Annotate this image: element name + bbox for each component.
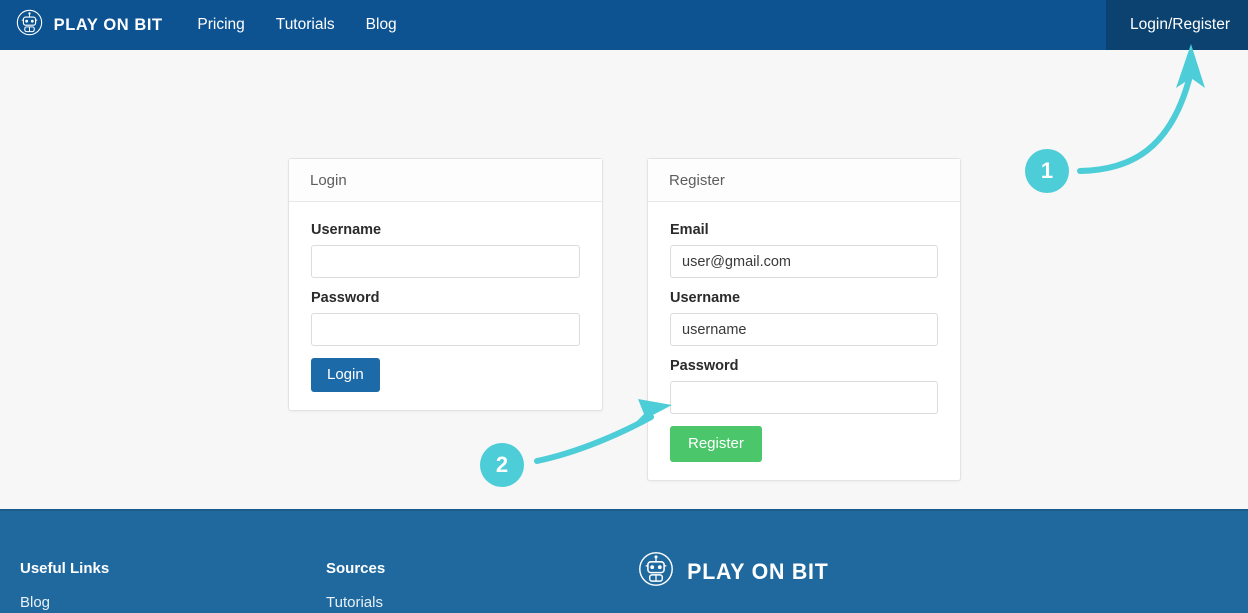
footer-link-blog[interactable]: Blog [20,594,109,611]
top-navbar: PLAY ON BIT Pricing Tutorials Blog Login… [0,0,1248,50]
footer-column-sources: Sources Tutorials [326,560,385,611]
page-root: PLAY ON BIT Pricing Tutorials Blog Login… [0,0,1248,613]
footer-brand-logo[interactable]: PLAY ON BIT [638,551,831,592]
register-card: Register Email Username Password Registe… [647,158,961,481]
register-email-input[interactable] [670,245,938,278]
register-card-title: Register [669,171,725,189]
footer-link-tutorials[interactable]: Tutorials [326,594,385,611]
login-card-header: Login [289,159,602,202]
nav-item-pricing[interactable]: Pricing [197,16,244,34]
site-footer: Useful Links Blog Sources Tutorials [0,509,1248,613]
main-content: Login Username Password Login Register E… [0,50,1248,509]
footer-column-useful-links: Useful Links Blog [20,560,109,611]
register-card-body: Email Username Password Register [648,202,960,480]
login-register-nav-button[interactable]: Login/Register [1106,0,1248,50]
register-password-label: Password [670,358,739,374]
login-submit-button[interactable]: Login [311,358,380,392]
brand-logo[interactable]: PLAY ON BIT [16,9,164,41]
register-password-input[interactable] [670,381,938,414]
brand-wordmark: PLAY ON BIT [53,15,163,34]
login-password-label: Password [311,290,380,306]
register-username-input[interactable] [670,313,938,346]
robot-head-icon [638,551,674,592]
login-username-label: Username [311,222,382,238]
register-username-label: Username [670,290,741,306]
footer-brand-wordmark: PLAY ON BIT [687,558,829,584]
login-card-body: Username Password Login [289,202,602,410]
footer-heading-useful-links: Useful Links [20,560,110,577]
footer-heading-sources: Sources [326,560,386,577]
nav-item-blog[interactable]: Blog [366,16,397,34]
login-card-title: Login [310,171,347,189]
nav-item-tutorials[interactable]: Tutorials [276,16,335,34]
login-card: Login Username Password Login [288,158,603,411]
login-register-label[interactable]: Login/Register [1130,16,1230,34]
nav-links: Pricing Tutorials Blog [197,16,396,34]
robot-head-icon [16,9,43,41]
register-submit-button[interactable]: Register [670,426,762,462]
login-password-input[interactable] [311,313,580,346]
register-email-label: Email [670,222,709,238]
register-card-header: Register [648,159,960,202]
login-username-input[interactable] [311,245,580,278]
